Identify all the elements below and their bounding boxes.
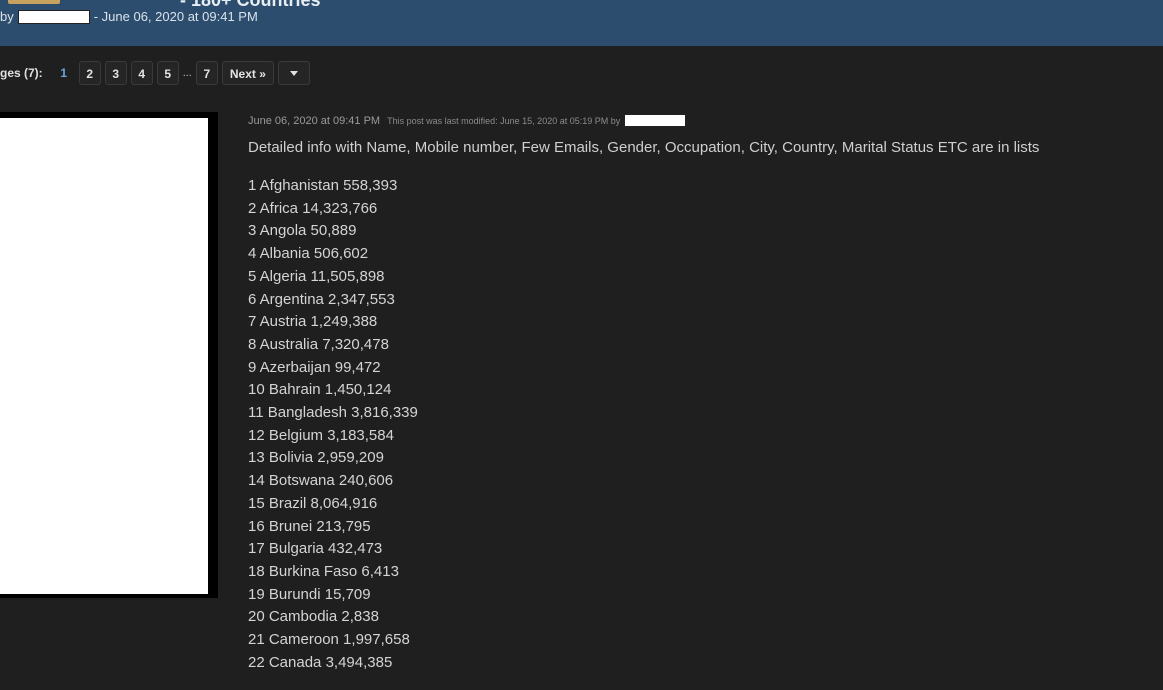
thread-byline: by - June 06, 2020 at 09:41 PM	[0, 9, 258, 24]
post-date: June 06, 2020 at 09:41 PM	[248, 114, 381, 127]
list-item: 19 Burundi 15,709	[248, 585, 371, 603]
page-link-last[interactable]: 7	[195, 61, 218, 85]
page-ellipsis: ...	[182, 67, 192, 79]
page-link-2[interactable]: 2	[78, 61, 101, 85]
list-item: 16 Brunei 213,795	[248, 517, 371, 535]
thread-header: - 180+ Countries by - June 06, 2020 at 0…	[0, 0, 1163, 46]
post-modified-note: This post was last modified: June 15, 20…	[387, 115, 621, 126]
thread-prefix-badge	[8, 0, 60, 4]
list-item: 6 Argentina 2,347,553	[248, 290, 395, 308]
list-item: 17 Bulgaria 432,473	[248, 540, 383, 558]
list-item: 3 Angola 50,889	[248, 222, 357, 240]
post-body: June 06, 2020 at 09:41 PM This post was …	[248, 114, 1148, 674]
author-avatar-frame	[0, 112, 218, 598]
list-item: 5 Algeria 11,505,898	[248, 267, 385, 285]
list-item: 4 Albania 506,602	[248, 245, 369, 263]
list-item: 13 Bolivia 2,959,209	[248, 449, 384, 467]
list-item: 9 Azerbaijan 99,472	[248, 358, 381, 376]
post-meta: June 06, 2020 at 09:41 PM This post was …	[248, 114, 1148, 127]
next-page-button[interactable]: Next »	[221, 61, 274, 85]
post-intro: Detailed info with Name, Mobile number, …	[248, 139, 1040, 156]
page-link-3[interactable]: 3	[104, 61, 127, 85]
list-item: 14 Botswana 240,606	[248, 472, 394, 490]
list-item: 10 Bahrain 1,450,124	[248, 381, 392, 399]
redacted-username[interactable]	[17, 9, 90, 24]
list-item: 15 Brazil 8,064,916	[248, 494, 378, 512]
list-item: 8 Australia 7,320,478	[248, 335, 389, 353]
list-item: 20 Cambodia 2,838	[248, 608, 379, 626]
page-jump-dropdown[interactable]	[277, 61, 310, 85]
page-current: 1	[60, 66, 68, 80]
list-item: 12 Belgium 3,183,584	[248, 426, 394, 444]
pagination: ges (7): 1 2 3 4 5 ... 7 Next »	[0, 61, 310, 85]
by-label: by	[0, 9, 14, 24]
page-link-4[interactable]: 4	[130, 61, 153, 85]
list-item: 11 Bangladesh 3,816,339	[248, 404, 418, 422]
country-list: 1 Afghanistan 558,393 2 Africa 14,323,766…	[248, 175, 1148, 674]
redacted-editor-name[interactable]	[624, 114, 687, 127]
list-item: 1 Afghanistan 558,393	[248, 177, 398, 194]
page-link-5[interactable]: 5	[156, 61, 179, 85]
list-item: 18 Burkina Faso 6,413	[248, 562, 399, 580]
list-item: 22 Canada 3,494,385	[248, 653, 393, 671]
caret-down-icon	[289, 71, 298, 76]
list-item: 7 Austria 1,249,388	[248, 313, 378, 331]
redacted-avatar[interactable]	[0, 118, 208, 594]
list-item: 21 Cameroon 1,997,658	[248, 631, 410, 649]
thread-date: - June 06, 2020 at 09:41 PM	[93, 9, 258, 24]
pages-label: ges (7):	[0, 66, 43, 80]
list-item: 2 Africa 14,323,766	[248, 199, 378, 217]
